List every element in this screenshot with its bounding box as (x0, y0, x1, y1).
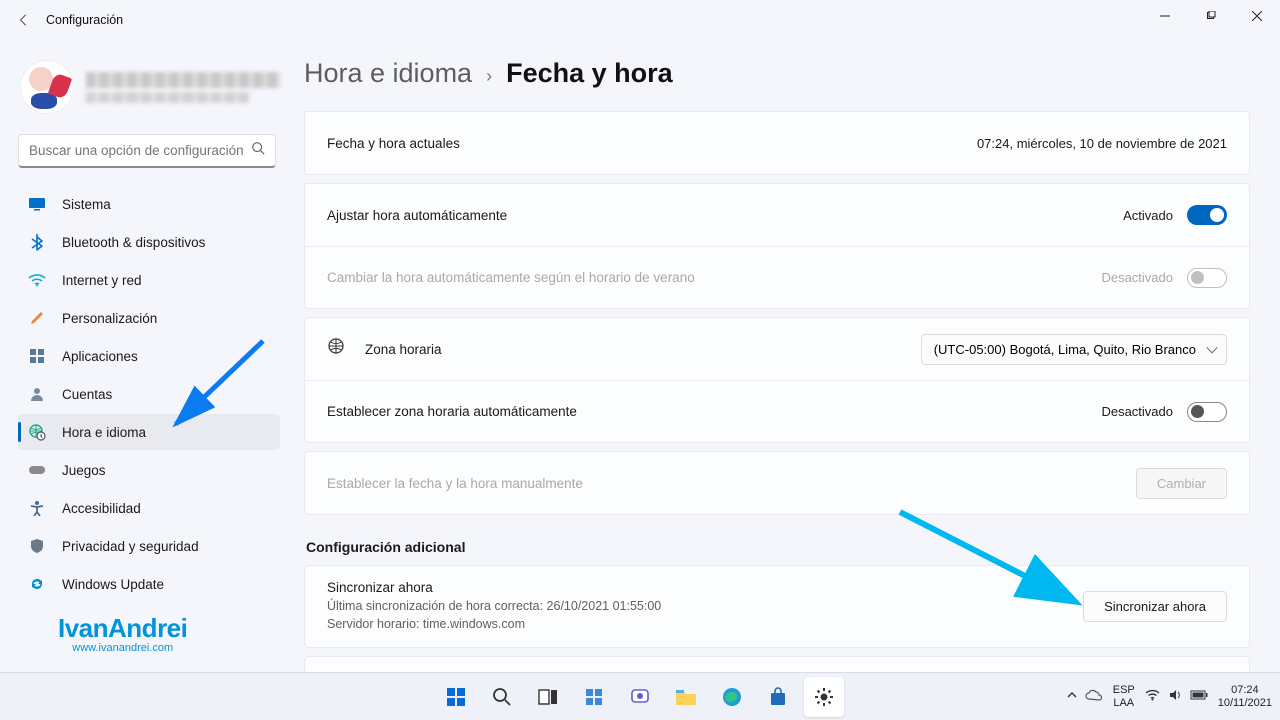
sidebar-nav: Sistema Bluetooth & dispositivos Interne… (18, 186, 280, 602)
globe-icon (327, 337, 347, 362)
dst-toggle (1187, 268, 1227, 288)
profile-block[interactable] (20, 60, 280, 114)
search-field[interactable] (29, 143, 251, 158)
sidebar-item-personalizacion[interactable]: Personalización (18, 300, 280, 336)
auto-tz-toggle[interactable] (1187, 402, 1227, 422)
current-datetime-value: 07:24, miércoles, 10 de noviembre de 202… (977, 136, 1227, 151)
change-button: Cambiar (1136, 468, 1227, 499)
dst-state: Desactivado (1101, 270, 1173, 285)
sidebar-item-aplicaciones[interactable]: Aplicaciones (18, 338, 280, 374)
chevron-right-icon: › (486, 66, 492, 87)
row-auto-timezone: Establecer zona horaria automáticamente … (305, 380, 1249, 442)
tray-chevron-icon[interactable] (1067, 690, 1077, 703)
sidebar-item-label: Juegos (62, 463, 106, 478)
breadcrumb: Hora e idioma › Fecha y hora (304, 58, 1250, 89)
sync-title: Sincronizar ahora (327, 580, 1083, 595)
widgets-button[interactable] (574, 677, 614, 717)
display-icon (28, 195, 46, 213)
sidebar-item-update[interactable]: Windows Update (18, 566, 280, 602)
volume-tray-icon[interactable] (1168, 688, 1182, 705)
sidebar-item-label: Aplicaciones (62, 349, 138, 364)
close-button[interactable] (1234, 0, 1280, 32)
battery-tray-icon[interactable] (1190, 690, 1208, 703)
auto-time-label: Ajustar hora automáticamente (327, 208, 1123, 223)
sync-server: Servidor horario: time.windows.com (327, 615, 1083, 633)
current-datetime-label: Fecha y hora actuales (327, 136, 977, 151)
sidebar-item-label: Bluetooth & dispositivos (62, 235, 205, 250)
dst-label: Cambiar la hora automáticamente según el… (327, 270, 1101, 285)
wifi-tray-icon[interactable] (1145, 689, 1160, 704)
sidebar-item-label: Privacidad y seguridad (62, 539, 199, 554)
timezone-value: (UTC-05:00) Bogotá, Lima, Quito, Rio Bra… (934, 342, 1196, 357)
sidebar-item-label: Windows Update (62, 577, 164, 592)
taskbar-store[interactable] (758, 677, 798, 717)
avatar (20, 60, 74, 114)
back-button[interactable] (8, 4, 40, 36)
update-icon (28, 575, 46, 593)
search-icon (251, 141, 265, 160)
sidebar-item-accesibilidad[interactable]: Accesibilidad (18, 490, 280, 526)
sidebar-item-cuentas[interactable]: Cuentas (18, 376, 280, 412)
apps-icon (28, 347, 46, 365)
start-button[interactable] (436, 677, 476, 717)
sidebar-item-label: Sistema (62, 197, 111, 212)
minimize-button[interactable] (1142, 0, 1188, 32)
row-timezone: Zona horaria (UTC-05:00) Bogotá, Lima, Q… (305, 318, 1249, 380)
sidebar-item-privacidad[interactable]: Privacidad y seguridad (18, 528, 280, 564)
clock-tray[interactable]: 07:24 10/11/2021 (1218, 684, 1272, 709)
taskbar-chat[interactable] (620, 677, 660, 717)
taskbar-edge[interactable] (712, 677, 752, 717)
auto-tz-state: Desactivado (1101, 404, 1173, 419)
row-manual: Establecer la fecha y la hora manualment… (305, 452, 1249, 514)
profile-email-redacted (86, 92, 249, 103)
auto-tz-label: Establecer zona horaria automáticamente (327, 404, 1101, 419)
sidebar-item-label: Personalización (62, 311, 157, 326)
sidebar-item-label: Cuentas (62, 387, 112, 402)
taskbar-settings[interactable] (804, 677, 844, 717)
watermark-text: IvanAndrei (58, 613, 187, 644)
row-auto-time: Ajustar hora automáticamente Activado (305, 184, 1249, 246)
sync-now-button[interactable]: Sincronizar ahora (1083, 591, 1227, 622)
person-icon (28, 385, 46, 403)
row-sync: Sincronizar ahora Última sincronización … (305, 566, 1249, 647)
wifi-icon (28, 271, 46, 289)
timezone-label: Zona horaria (365, 342, 921, 357)
taskbar-explorer[interactable] (666, 677, 706, 717)
taskbar: ESP LAA 07:24 10/11/2021 (0, 672, 1280, 720)
sidebar-item-sistema[interactable]: Sistema (18, 186, 280, 222)
auto-time-state: Activado (1123, 208, 1173, 223)
brush-icon (28, 309, 46, 327)
window-title: Configuración (46, 13, 123, 27)
task-view[interactable] (528, 677, 568, 717)
watermark: IvanAndrei www.ivanandrei.com (58, 613, 187, 654)
sidebar-item-label: Accesibilidad (62, 501, 141, 516)
maximize-button[interactable] (1188, 0, 1234, 32)
search-input[interactable] (18, 134, 276, 168)
page-title: Fecha y hora (506, 58, 673, 89)
timezone-dropdown[interactable]: (UTC-05:00) Bogotá, Lima, Quito, Rio Bra… (921, 334, 1227, 365)
sidebar-item-hora-idioma[interactable]: Hora e idioma (18, 414, 280, 450)
shield-icon (28, 537, 46, 555)
sidebar-item-label: Hora e idioma (62, 425, 146, 440)
profile-name-redacted (86, 72, 280, 88)
globe-clock-icon (28, 423, 46, 441)
sync-last: Última sincronización de hora correcta: … (327, 597, 1083, 615)
taskbar-search[interactable] (482, 677, 522, 717)
manual-label: Establecer la fecha y la hora manualment… (327, 476, 1136, 491)
bluetooth-icon (28, 233, 46, 251)
row-dst: Cambiar la hora automáticamente según el… (305, 246, 1249, 308)
sidebar-item-label: Internet y red (62, 273, 142, 288)
additional-section-title: Configuración adicional (306, 539, 1250, 555)
onedrive-icon[interactable] (1085, 689, 1103, 704)
auto-time-toggle[interactable] (1187, 205, 1227, 225)
row-current-datetime: Fecha y hora actuales 07:24, miércoles, … (305, 112, 1249, 174)
sidebar-item-juegos[interactable]: Juegos (18, 452, 280, 488)
breadcrumb-parent[interactable]: Hora e idioma (304, 58, 472, 89)
sidebar-item-bluetooth[interactable]: Bluetooth & dispositivos (18, 224, 280, 260)
language-indicator[interactable]: ESP LAA (1113, 684, 1135, 709)
sidebar-item-internet[interactable]: Internet y red (18, 262, 280, 298)
accessibility-icon (28, 499, 46, 517)
gamepad-icon (28, 461, 46, 479)
watermark-url: www.ivanandrei.com (58, 642, 187, 654)
